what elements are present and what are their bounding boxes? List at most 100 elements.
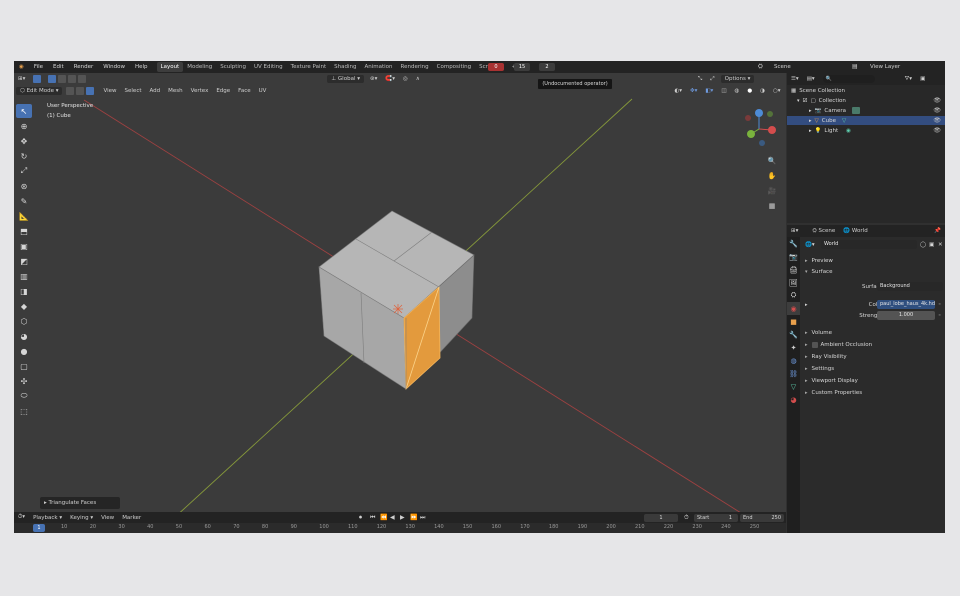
rip-tool-icon[interactable]: ⬭ (16, 389, 32, 403)
outliner-row-scene-collection[interactable]: ▦ Scene Collection (787, 86, 945, 95)
shear-tool-icon[interactable]: ✣ (16, 374, 32, 388)
modifier-tab-icon[interactable]: 🔧 (787, 328, 800, 341)
jump-start-icon[interactable]: ⏮ (370, 514, 375, 522)
shading-material-icon[interactable]: ◑ (756, 87, 769, 95)
outliner-editor-icon[interactable]: ☰▾ (787, 75, 803, 83)
options-dropdown[interactable]: Options ▾ (720, 75, 755, 83)
menu-marker[interactable]: Marker (118, 514, 145, 522)
shading-solid-icon[interactable]: ● (743, 87, 756, 95)
tab-modeling[interactable]: Modeling (183, 62, 216, 72)
menu-keying[interactable]: Keying ▾ (66, 514, 97, 522)
camera-data-icon[interactable] (851, 107, 860, 114)
mirror-x-icon[interactable]: ⤡ (694, 75, 706, 84)
jump-end-icon[interactable]: ⏭ (420, 514, 425, 522)
light-data-icon[interactable]: ◉ (846, 128, 851, 134)
world-type-icon[interactable]: 🌐▾ (805, 242, 815, 248)
xray-icon[interactable]: ◫ (717, 87, 730, 95)
ray-visibility-panel-header[interactable]: ▸ Ray Visibility (801, 351, 945, 362)
pivot-icon[interactable]: ⊛▾ (366, 75, 381, 83)
surface-panel-header[interactable]: ▾ Surface (801, 266, 945, 277)
tab-compositing[interactable]: Compositing (433, 62, 475, 72)
current-frame-field[interactable]: 1 (644, 514, 678, 522)
transform-tool-icon[interactable]: ⊛ (16, 179, 32, 193)
shading-wireframe-icon[interactable]: ◍ (731, 87, 744, 95)
unlink-world-icon[interactable]: ✕ (938, 242, 943, 248)
view-layer-tab-icon[interactable]: 🖼 (787, 276, 800, 289)
scale-tool-icon[interactable]: ⤢ (16, 164, 32, 178)
scene-tab-icon[interactable]: ⛭ (787, 289, 800, 302)
strength-field[interactable]: 1.000 (877, 311, 935, 320)
shrink-tool-icon[interactable]: ▢ (16, 359, 32, 373)
eye-icon[interactable]: 👁 (933, 117, 941, 124)
eye-icon[interactable]: 👁 (933, 107, 941, 114)
render-tab-icon[interactable]: 📷 (787, 250, 800, 263)
data-tab-icon[interactable]: ▽ (787, 380, 800, 393)
record-indicator-2[interactable]: 2 (539, 63, 555, 71)
playhead[interactable]: 1 (33, 524, 45, 532)
proportional-edit-icon[interactable]: ◎ (399, 75, 412, 83)
physics-tab-icon[interactable]: ◍ (787, 354, 800, 367)
filter-icon[interactable]: ⛛▾ (901, 75, 916, 84)
custom-properties-panel-header[interactable]: ▸ Custom Properties (801, 387, 945, 398)
mesh-data-icon[interactable]: ▽ (842, 118, 846, 124)
settings-panel-header[interactable]: ▸ Settings (801, 363, 945, 374)
tab-sculpting[interactable]: Sculpting (216, 62, 250, 72)
surface-shader-field[interactable]: Background (877, 282, 943, 291)
fake-user-icon[interactable]: ◯ (920, 242, 926, 248)
select-mode-invert-icon[interactable] (78, 75, 87, 83)
timeline-ruler[interactable]: 1 10 20 30 40 50 60 70 80 90 100 110 120 130 140 150 16… (14, 523, 786, 533)
record-indicator-0[interactable]: 0 (488, 63, 504, 71)
eye-icon[interactable]: 👁 (933, 127, 941, 134)
transform-orientation-dropdown[interactable]: ⊥ Global ▾ (327, 75, 364, 83)
select-box-icon[interactable] (33, 75, 42, 83)
preview-panel-header[interactable]: ▸ Preview (801, 255, 945, 266)
record-button-icon[interactable]: ⏺ (359, 514, 362, 522)
particles-tab-icon[interactable]: ✦ (787, 341, 800, 354)
expand-icon[interactable]: ▸ (809, 108, 812, 114)
poly-build-tool-icon[interactable]: ◆ (16, 299, 32, 313)
select-mode-extend-icon[interactable] (58, 75, 67, 83)
outliner-row-collection[interactable]: ▾ ☑ ▢ Collection 👁 (787, 96, 945, 105)
material-tab-icon[interactable]: ◕ (787, 393, 800, 406)
ambient-occlusion-panel-header[interactable]: ▸ Ambient Occlusion (801, 339, 945, 350)
pin-icon[interactable]: 📌 (930, 227, 945, 235)
expand-icon[interactable]: ▾ (797, 98, 800, 104)
knife-tool-icon[interactable]: ◨ (16, 284, 32, 298)
edge-select-icon[interactable] (76, 87, 85, 95)
select-mode-subtract-icon[interactable] (68, 75, 77, 83)
outliner-search-input[interactable]: 🔍 (822, 75, 875, 83)
menu-render[interactable]: Render (69, 64, 99, 70)
last-operator-panel[interactable]: ▸ Triangulate Faces (40, 497, 120, 509)
move-tool-icon[interactable]: ✥ (16, 134, 32, 148)
menu-playback[interactable]: Playback ▾ (29, 514, 66, 522)
record-indicator-1[interactable]: 15 (514, 63, 530, 71)
vertex-select-icon[interactable] (66, 87, 75, 95)
new-collection-icon[interactable]: ▣ (916, 75, 929, 83)
tab-texture-paint[interactable]: Texture Paint (287, 62, 331, 72)
menu-window[interactable]: Window (98, 64, 130, 70)
pan-hand-icon[interactable]: ✋ (766, 170, 778, 182)
outliner-row-cube[interactable]: ▸ ▽ Cube ▽ 👁 (787, 116, 945, 125)
volume-panel-header[interactable]: ▸ Volume (801, 327, 945, 338)
menu-add[interactable]: Add (146, 87, 165, 95)
menu-timeline-view[interactable]: View (97, 514, 118, 522)
menu-help[interactable]: Help (130, 64, 153, 70)
3d-viewport[interactable]: ⊞▾ ⊥ Global ▾ ⊛▾ 🧲▾ ◎ ∧ ⤡ ⤢ Options ▾ ⬡ … (14, 73, 786, 512)
menu-file[interactable]: File (29, 64, 48, 70)
world-tab-icon[interactable]: ◉ (787, 302, 800, 315)
ao-checkbox[interactable] (811, 341, 818, 348)
tab-rendering[interactable]: Rendering (397, 62, 433, 72)
measure-tool-icon[interactable]: 📐 (16, 209, 32, 223)
color-texture-field[interactable]: paul_lobe_haus_4k.hdr (877, 300, 935, 309)
camera-view-icon[interactable]: 🎥 (766, 185, 778, 197)
inset-tool-icon[interactable]: ▣ (16, 239, 32, 253)
keyframe-next-icon[interactable]: ⏩ (410, 514, 417, 521)
rotate-tool-icon[interactable]: ↻ (16, 149, 32, 163)
menu-vertex[interactable]: Vertex (187, 87, 213, 95)
annotate-tool-icon[interactable]: ✎ (16, 194, 32, 208)
scene-name[interactable]: Scene (774, 64, 791, 70)
color-expand-icon[interactable]: ▸ (805, 302, 808, 308)
menu-face[interactable]: Face (234, 87, 254, 95)
extrude-tool-icon[interactable]: ⬒ (16, 224, 32, 238)
menu-uv[interactable]: UV (255, 87, 271, 95)
